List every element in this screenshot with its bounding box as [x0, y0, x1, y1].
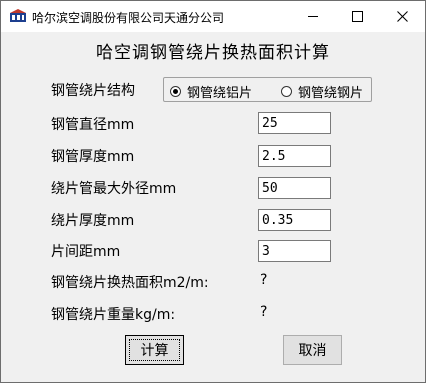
- minimize-button[interactable]: [290, 1, 335, 32]
- tube-thickness-input[interactable]: [258, 145, 331, 167]
- radio-steel-steel-fin[interactable]: 钢管绕钢片: [281, 82, 363, 101]
- close-button[interactable]: [380, 1, 425, 32]
- app-logo-icon: [10, 9, 26, 22]
- radio-checked-icon: [170, 86, 181, 97]
- window-title: 哈尔滨空调股份有限公司天通分公司: [32, 11, 225, 25]
- fin-thickness-label: 绕片厚度mm: [51, 213, 135, 229]
- app-window: 哈尔滨空调股份有限公司天通分公司 哈空调钢管绕片换热面积计算 钢管绕片结构 钢管…: [0, 0, 426, 383]
- close-icon: [397, 11, 408, 22]
- fin-pitch-label: 片间距mm: [51, 244, 121, 260]
- heat-area-value: ?: [260, 272, 268, 288]
- title-bar[interactable]: 哈尔滨空调股份有限公司天通分公司: [1, 1, 425, 32]
- minimize-icon: [307, 16, 318, 17]
- radio-unchecked-icon: [281, 86, 292, 97]
- page-title: 哈空调钢管绕片换热面积计算: [96, 43, 330, 63]
- radio-label: 钢管绕铝片: [187, 86, 253, 101]
- tube-diameter-label: 钢管直径mm: [51, 117, 135, 133]
- radio-label: 钢管绕钢片: [298, 86, 364, 101]
- radio-steel-aluminum-fin[interactable]: 钢管绕铝片: [170, 82, 252, 101]
- tube-thickness-label: 钢管厚度mm: [51, 149, 135, 165]
- weight-label: 钢管绕片重量kg/m:: [51, 307, 176, 323]
- weight-value: ?: [260, 304, 268, 320]
- heat-area-label: 钢管绕片换热面积m2/m:: [51, 275, 209, 291]
- structure-radio-group: 钢管绕铝片 钢管绕钢片: [163, 77, 372, 102]
- fin-outer-diameter-label: 绕片管最大外径mm: [51, 181, 177, 197]
- structure-label: 钢管绕片结构: [51, 83, 135, 99]
- fin-outer-diameter-input[interactable]: [258, 177, 331, 199]
- maximize-button[interactable]: [335, 1, 380, 32]
- fin-pitch-input[interactable]: [258, 240, 331, 262]
- maximize-icon: [352, 11, 363, 22]
- fin-thickness-input[interactable]: [258, 209, 331, 231]
- cancel-button[interactable]: 取消: [283, 335, 342, 365]
- tube-diameter-input[interactable]: [258, 112, 331, 134]
- calculate-button[interactable]: 计算: [125, 335, 184, 365]
